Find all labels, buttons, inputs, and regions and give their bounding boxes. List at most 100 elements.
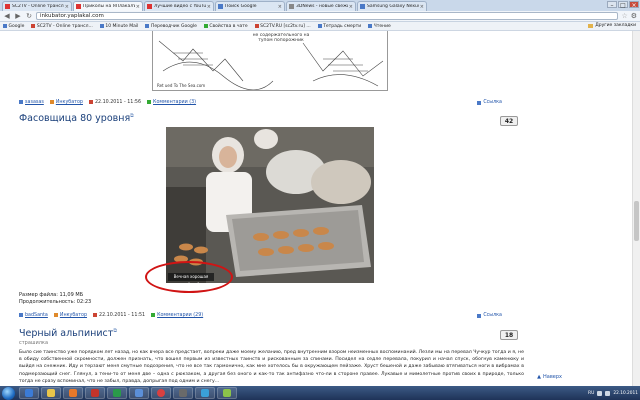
browser-tab[interactable]: SC2TV - Online трансляция×: [2, 1, 72, 11]
chat-icon: [203, 24, 208, 28]
network-icon[interactable]: [597, 390, 603, 396]
start-button[interactable]: [2, 386, 15, 400]
address-bar[interactable]: inkubator.yaplakal.com: [36, 12, 619, 20]
close-icon[interactable]: ×: [65, 4, 69, 10]
sc2tv-icon: [31, 24, 36, 28]
close-icon[interactable]: ×: [207, 4, 211, 10]
taskbar-item[interactable]: [63, 387, 83, 399]
yaplakal-favicon-icon: [76, 4, 81, 9]
app-icon: [113, 389, 121, 397]
taskbar-item[interactable]: [19, 387, 39, 399]
forward-icon[interactable]: ▶: [14, 12, 22, 20]
bookmark-item[interactable]: Свойства в чате: [203, 24, 248, 29]
post-meta-row: sasasas Инкубатор 22.10.2011 - 11:56 Ком…: [19, 98, 499, 106]
post-meta-row: badSanta Инкубатор 22.10.2011 - 11:51 Ко…: [19, 311, 499, 319]
file-size: Размер файла: 11,09 МБ: [19, 292, 84, 298]
calendar-icon: [88, 100, 93, 104]
taskbar-item[interactable]: [173, 387, 193, 399]
post-title[interactable]: Фасовщица 80 уровня⧉: [19, 113, 134, 124]
ie-icon: [25, 389, 33, 397]
maximize-icon[interactable]: □: [618, 1, 628, 9]
bookmark-item[interactable]: Google: [3, 24, 24, 29]
comments-icon: [147, 100, 152, 104]
taskbar-item[interactable]: [195, 387, 215, 399]
comic-image: не содержательного на тупом попорожник R…: [152, 31, 388, 91]
language-indicator[interactable]: RU: [588, 391, 594, 396]
bookmark-item[interactable]: Чтение: [368, 24, 391, 29]
post-subtitle: страшилка: [19, 340, 49, 346]
bookmarks-bar: Google SC2TV - Online трансл... 10 Minut…: [0, 22, 640, 31]
taskbar-item[interactable]: [41, 387, 61, 399]
tab-strip: SC2TV - Online трансляция× Приколы на ЯП…: [0, 0, 640, 11]
app-icon: [91, 389, 99, 397]
mail-icon: [99, 24, 104, 28]
skype-icon: [201, 389, 209, 397]
minimize-icon[interactable]: –: [607, 1, 617, 9]
browser-tab[interactable]: Samsung Galaxy Nexus ×: [357, 1, 427, 11]
back-icon[interactable]: ◀: [3, 12, 11, 20]
author-link[interactable]: badSanta: [25, 313, 48, 318]
browser-tab[interactable]: Поиск Google ×: [215, 1, 285, 11]
close-icon[interactable]: ×: [278, 4, 282, 10]
video-player[interactable]: Вечная хорошая работа?: [166, 127, 374, 283]
bookmark-item[interactable]: SC2TV.RU [sc2tv.ru] ...: [254, 24, 311, 29]
other-bookmarks[interactable]: Другие закладки: [588, 23, 636, 28]
media-player-icon: [69, 389, 77, 397]
section-link[interactable]: Инкубатор: [56, 100, 83, 105]
reload-icon[interactable]: ↻: [25, 12, 33, 20]
close-icon[interactable]: ×: [420, 4, 424, 10]
permalink[interactable]: Ссылка: [477, 313, 502, 318]
browser-tab[interactable]: 3DNews - новые свежие ×: [286, 1, 356, 11]
post-body: Было сие таинство уже порядком лет назад…: [19, 350, 524, 384]
bookmark-item[interactable]: Тетрадь смерти: [317, 24, 361, 29]
taskbar-item[interactable]: [129, 387, 149, 399]
external-link-icon: ⧉: [130, 113, 134, 119]
scrollbar-thumb[interactable]: [634, 201, 639, 241]
taskbar-item[interactable]: [151, 387, 171, 399]
post-title[interactable]: Черный альпинист⧉: [19, 328, 117, 339]
sc2tv-favicon-icon: [5, 4, 10, 9]
sc2tv-icon: [254, 24, 259, 28]
close-icon[interactable]: ×: [136, 4, 140, 10]
clock[interactable]: 22.10.2011: [613, 391, 638, 396]
app-icon: [135, 389, 143, 397]
bookmark-item[interactable]: 10 Minute Mail: [99, 24, 138, 29]
wrench-menu-icon[interactable]: ⚙: [631, 12, 637, 20]
volume-icon[interactable]: [605, 390, 611, 396]
comments-link[interactable]: Комментарии (3): [153, 100, 196, 105]
scrollbar[interactable]: [632, 31, 640, 386]
section-link[interactable]: Инкубатор: [60, 313, 87, 318]
chrome-icon: [157, 389, 165, 397]
app-icon: [223, 389, 231, 397]
comments-link[interactable]: Комментарии (29): [157, 313, 203, 318]
arrow-up-icon: ▲: [537, 374, 542, 380]
video-frame: [166, 127, 374, 283]
taskbar: RU 22.10.2011: [0, 386, 640, 400]
taskbar-item[interactable]: [217, 387, 237, 399]
author-link[interactable]: sasasas: [25, 100, 44, 105]
browser-toolbar: ◀ ▶ ↻ inkubator.yaplakal.com ☆ ⚙: [0, 11, 640, 22]
explorer-folder-icon: [47, 389, 55, 397]
bookmark-star-icon[interactable]: ☆: [621, 12, 627, 20]
user-icon: [19, 313, 23, 317]
browser-tab-active[interactable]: Приколы на ЯПлакалъ ×: [73, 1, 143, 11]
link-icon: [477, 100, 482, 105]
samsung-favicon-icon: [360, 4, 365, 9]
3dnews-favicon-icon: [289, 4, 294, 9]
browser-tab[interactable]: Лучшие видео с YouTube×: [144, 1, 214, 11]
page-content: не содержательного на тупом попорожник R…: [0, 31, 632, 386]
close-icon[interactable]: ×: [349, 4, 353, 10]
bookmark-item[interactable]: Переводчик Google: [145, 24, 197, 29]
taskbar-item[interactable]: [85, 387, 105, 399]
scroll-to-top[interactable]: ▲ Наверх: [537, 374, 562, 380]
window-close-icon[interactable]: ×: [629, 1, 639, 9]
bookmark-item[interactable]: SC2TV - Online трансл...: [31, 24, 93, 29]
external-link-icon: ⧉: [113, 328, 117, 334]
notebook-icon: [317, 24, 322, 28]
comic-caption: не содержательного на тупом попорожник: [252, 33, 310, 43]
taskbar-item[interactable]: [107, 387, 127, 399]
permalink[interactable]: Ссылка: [477, 100, 502, 105]
post-rating: 42: [500, 116, 518, 126]
highlight-oval: [145, 261, 233, 293]
system-tray: RU 22.10.2011: [588, 387, 638, 399]
